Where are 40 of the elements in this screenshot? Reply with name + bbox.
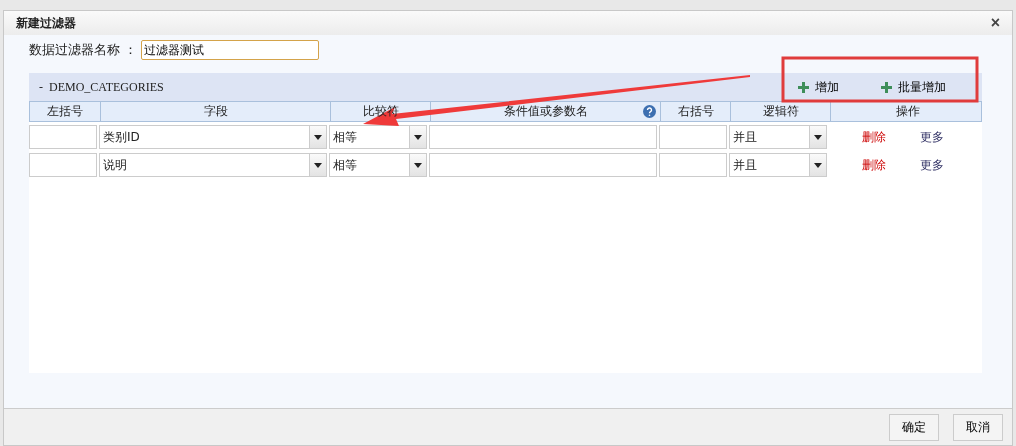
- close-button[interactable]: ×: [990, 14, 1000, 32]
- field-select[interactable]: 说明: [99, 153, 327, 177]
- left-paren-field[interactable]: [29, 153, 97, 177]
- plus-icon: [798, 81, 809, 93]
- ok-button[interactable]: 确定: [889, 413, 939, 441]
- caret-icon[interactable]: [809, 126, 826, 148]
- caret-icon[interactable]: [409, 154, 426, 176]
- logic-select[interactable]: 并且: [729, 153, 827, 177]
- plus-icon: [881, 81, 892, 93]
- field-select[interactable]: 类别ID: [99, 125, 327, 149]
- cancel-button[interactable]: 取消: [953, 413, 1003, 441]
- logic-select[interactable]: 并且: [729, 125, 827, 149]
- delete-link[interactable]: 删除: [862, 157, 886, 174]
- column-header: 字段: [100, 102, 330, 121]
- dialog-title: 新建过滤器: [16, 14, 76, 32]
- left-paren-field[interactable]: [29, 125, 97, 149]
- condition-value-field[interactable]: [429, 153, 657, 177]
- add-button[interactable]: 批量增加: [881, 78, 946, 96]
- filter-name-field[interactable]: 过滤器测试: [141, 40, 320, 60]
- column-header: 右括号: [660, 102, 730, 121]
- collapse-toggle[interactable]: -: [39, 79, 43, 95]
- caret-icon[interactable]: [809, 154, 826, 176]
- more-link[interactable]: 更多: [920, 129, 944, 146]
- operator-select[interactable]: 相等: [329, 153, 427, 177]
- group-title: DEMO_CATEGORIES: [49, 79, 164, 95]
- column-header: 操作: [830, 102, 984, 121]
- more-link[interactable]: 更多: [920, 157, 944, 174]
- filter-name-label: 数据过滤器名称 ：: [29, 41, 138, 59]
- caret-icon[interactable]: [309, 126, 326, 148]
- column-header: 左括号: [46, 103, 84, 120]
- condition-value-field[interactable]: [429, 125, 657, 149]
- help-icon[interactable]: [643, 105, 656, 118]
- column-header: 逻辑符: [730, 102, 830, 121]
- caret-icon[interactable]: [309, 154, 326, 176]
- delete-link[interactable]: 删除: [862, 129, 886, 146]
- caret-icon[interactable]: [409, 126, 426, 148]
- add-button[interactable]: 增加: [798, 78, 839, 96]
- right-paren-field[interactable]: [659, 125, 727, 149]
- right-paren-field[interactable]: [659, 153, 727, 177]
- operator-select[interactable]: 相等: [329, 125, 427, 149]
